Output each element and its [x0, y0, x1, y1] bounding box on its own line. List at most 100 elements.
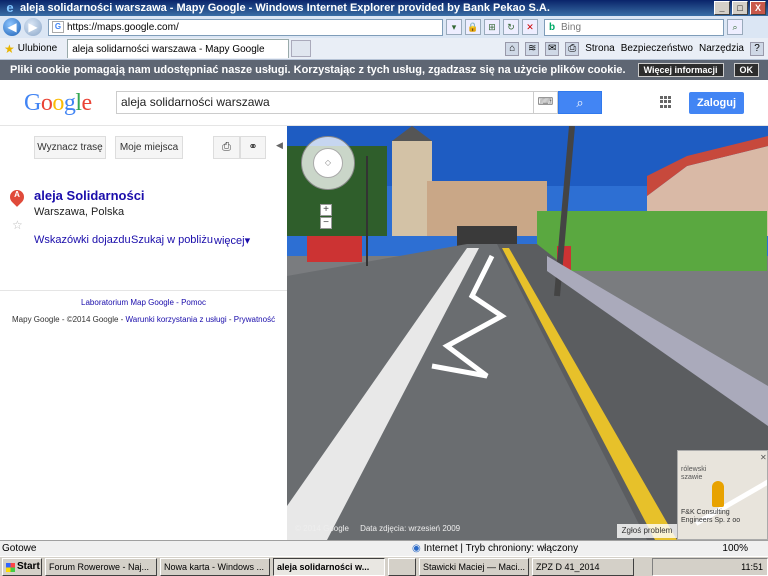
dropdown-icon[interactable]: ▾	[446, 19, 462, 35]
window-title: aleja solidarności warszawa - Mapy Googl…	[20, 2, 550, 14]
taskbar-item[interactable]: Forum Rowerowe - Naj...	[45, 557, 157, 576]
maps-search-input[interactable]: aleja solidarności warszawa	[116, 91, 534, 114]
image-date: Data zdjęcia: wrzesień 2009	[360, 524, 461, 533]
directions-link[interactable]: Wskazówki dojazdu	[34, 234, 131, 246]
command-bar: ⌂ ≋ ✉ ⎙ Strona Bezpieczeństwo Narzędzia …	[505, 41, 768, 56]
system-tray: 11:51	[652, 557, 768, 576]
taskbar-item-active[interactable]: aleja solidarności w...	[273, 557, 385, 576]
logo-letter: g	[63, 90, 76, 116]
report-problem-link[interactable]: Zgłoś problem	[617, 524, 677, 538]
address-bar[interactable]: G https://maps.google.com/	[48, 18, 443, 36]
more-info-button[interactable]: Więcej informacji	[637, 63, 724, 77]
taskbar-item[interactable]: ZPZ D 41_2014	[532, 557, 634, 576]
pegman-icon[interactable]	[712, 481, 724, 507]
close-minimap-icon[interactable]: ✕	[760, 453, 767, 462]
stop-icon[interactable]: ✕	[522, 19, 538, 35]
minimize-button[interactable]: _	[714, 1, 730, 15]
favorites-bar: ★ Ulubione aleja solidarności warszawa -…	[0, 38, 768, 60]
cookie-text: Pliki cookie pomagają nam udostępniać na…	[10, 64, 626, 76]
place-address: Warszawa, Polska	[34, 206, 125, 218]
tab-active[interactable]: aleja solidarności warszawa - Mapy Googl…	[67, 39, 290, 58]
address-url: https://maps.google.com/	[67, 21, 179, 33]
search-input[interactable]: Bing	[544, 18, 724, 36]
footer-links[interactable]: Laboratorium Map Google - Pomoc	[0, 298, 287, 307]
status-text: Gotowe	[2, 543, 37, 554]
taskbar-item[interactable]: Stawicki Maciej — Maci...	[419, 557, 529, 576]
logo-letter: G	[24, 90, 41, 116]
lock-icon[interactable]: 🔒	[465, 19, 481, 35]
start-button[interactable]: Start	[2, 557, 42, 576]
new-tab-button[interactable]	[291, 40, 312, 57]
street-view[interactable]: ◇ + − © 2014 Google Data zdjęcia: wrzesi…	[287, 126, 768, 540]
compass-icon[interactable]: ◇	[313, 148, 343, 178]
menu-page[interactable]: Strona	[585, 43, 614, 54]
my-places-button[interactable]: Moje miejsca	[115, 136, 183, 159]
google-header: Google aleja solidarności warszawa ⌨ ⌕ Z…	[0, 80, 768, 126]
taskbar-item[interactable]	[388, 557, 416, 576]
cookie-ok-button[interactable]: OK	[733, 63, 760, 77]
maximize-button[interactable]: □	[732, 1, 748, 15]
login-button[interactable]: Zaloguj	[689, 92, 744, 114]
pan-control[interactable]: ◇	[301, 136, 355, 190]
logo-letter: o	[52, 90, 64, 116]
favorites-button[interactable]: Ulubione	[18, 43, 57, 54]
mini-map-label: rólewski szawie	[681, 466, 707, 481]
compatibility-icon[interactable]: ⊞	[484, 19, 500, 35]
logo-letter: o	[40, 90, 53, 116]
refresh-icon[interactable]: ↻	[503, 19, 519, 35]
search-icon[interactable]: ⌕	[727, 19, 743, 35]
footer-line: Mapy Google - ©2014 Google - Warunki kor…	[12, 315, 276, 324]
mini-map[interactable]: rólewski szawie F&K Consulting Engineers…	[677, 450, 768, 540]
print-icon[interactable]: ⎙	[213, 136, 240, 159]
tab-title: aleja solidarności warszawa - Mapy Googl…	[72, 43, 265, 55]
ie-icon: e	[6, 0, 14, 15]
print-icon[interactable]: ⎙	[565, 41, 580, 56]
forward-button[interactable]: ▶	[24, 18, 42, 36]
status-bar: Gotowe ◉ Internet | Tryb chroniony: włącz…	[0, 540, 768, 556]
logo-letter: e	[81, 90, 93, 116]
place-name[interactable]: aleja Solidarności	[34, 188, 145, 203]
favorites-star-icon: ★	[4, 41, 15, 56]
left-panel: Wyznacz trasę Moje miejsca ⎙ ⚭ ◀ A ☆ ale…	[0, 126, 287, 540]
divider	[0, 290, 287, 291]
menu-safety[interactable]: Bezpieczeństwo	[621, 43, 693, 54]
marker-pin-icon[interactable]: A	[7, 187, 27, 210]
save-star-icon[interactable]: ☆	[12, 218, 23, 232]
more-link[interactable]: więcej▾	[214, 234, 250, 247]
mini-map-label: F&K Consulting Engineers Sp. z oo	[681, 509, 741, 524]
collapse-panel-icon[interactable]: ◀	[276, 140, 283, 151]
street-view-copyright: © 2014 Google Data zdjęcia: wrzesień 200…	[295, 524, 460, 533]
link-icon[interactable]: ⚭	[240, 136, 266, 159]
footer-brand: Mapy Google	[12, 315, 60, 324]
home-icon[interactable]: ⌂	[505, 41, 520, 56]
google-logo[interactable]: Google	[24, 90, 92, 117]
taskbar: Start Forum Rowerowe - Naj... Nowa karta…	[0, 556, 768, 576]
rss-icon[interactable]: ≋	[525, 41, 540, 56]
title-bar: e aleja solidarności warszawa - Mapy Goo…	[0, 0, 768, 16]
zone-label: Internet | Tryb chroniony: włączony	[423, 543, 579, 554]
help-icon[interactable]: ?	[750, 41, 764, 56]
nearby-link[interactable]: Szukaj w pobliżu	[131, 234, 213, 246]
zoom-level[interactable]: 100%	[722, 543, 768, 554]
keyboard-icon[interactable]: ⌨	[534, 91, 558, 114]
google-favicon: G	[52, 21, 64, 33]
close-button[interactable]: X	[750, 1, 766, 15]
zoom-in-button[interactable]: +	[320, 204, 332, 216]
privacy-link[interactable]: Prywatność	[234, 315, 275, 324]
search-button[interactable]: ⌕	[558, 91, 602, 114]
back-button[interactable]: ◀	[3, 18, 21, 36]
globe-icon: ◉	[412, 543, 421, 554]
zoom-out-button[interactable]: −	[320, 217, 332, 229]
terms-link[interactable]: Warunki korzystania z usługi	[126, 315, 227, 324]
marker-letter: A	[14, 190, 20, 199]
taskbar-item[interactable]: Nowa karta - Windows ...	[160, 557, 270, 576]
browser-window: e aleja solidarności warszawa - Mapy Goo…	[0, 0, 768, 576]
mail-icon[interactable]: ✉	[545, 41, 560, 56]
cookie-bar: Pliki cookie pomagają nam udostępniać na…	[0, 60, 768, 80]
route-button[interactable]: Wyznacz trasę	[34, 136, 106, 159]
copyright-text: © 2014 Google	[295, 524, 349, 533]
zone-text: ◉ Internet | Tryb chroniony: włączony	[412, 543, 642, 554]
menu-tools[interactable]: Narzędzia	[699, 43, 744, 54]
clock: 11:51	[741, 561, 763, 572]
apps-grid-icon[interactable]	[660, 96, 672, 108]
